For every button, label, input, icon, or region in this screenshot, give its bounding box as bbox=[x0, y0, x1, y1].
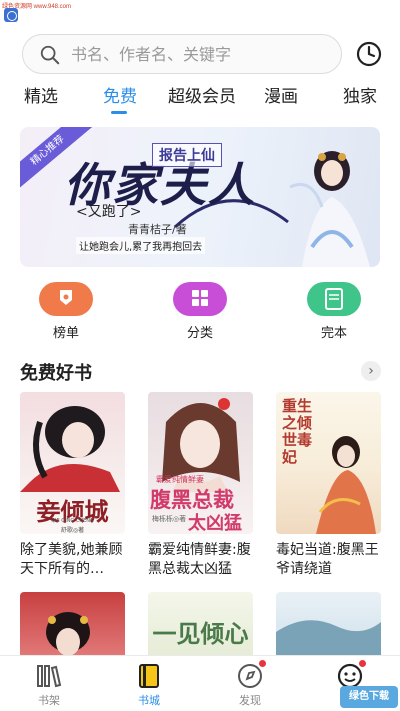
book-title: 毒妃当道:腹黑王爷请绕道 bbox=[276, 542, 379, 577]
bookstore-icon bbox=[139, 664, 159, 688]
banner-author: 青青桔子/著 bbox=[128, 223, 187, 236]
book-cover-partial[interactable] bbox=[20, 592, 125, 658]
quick-link-completed[interactable]: 完本 bbox=[299, 282, 369, 341]
section-more-chevron-icon[interactable]: › bbox=[361, 361, 381, 381]
tab-free[interactable]: 免费 bbox=[103, 82, 137, 107]
tab-active-indicator bbox=[111, 111, 127, 114]
notification-dot bbox=[359, 660, 366, 667]
search-input[interactable] bbox=[71, 35, 331, 73]
book-card[interactable]: 重生之倾世毒妃 毒妃当道:腹黑王爷请绕道 bbox=[276, 392, 381, 579]
grid-category-icon bbox=[173, 282, 227, 316]
banner-character-illustration bbox=[289, 151, 370, 267]
cover-author: 梅栎栎◎著 bbox=[152, 515, 187, 523]
category-tabs: 精选 免费 超级会员 漫画 独家 bbox=[0, 82, 400, 116]
quick-link-rankings[interactable]: 榜单 bbox=[31, 282, 101, 341]
quick-link-label: 完本 bbox=[320, 326, 347, 341]
trophy-badge-icon bbox=[39, 282, 93, 316]
tab-comics[interactable]: 漫画 bbox=[264, 82, 298, 107]
cover-title: 重生之倾世毒妃 bbox=[282, 397, 313, 466]
search-row bbox=[0, 34, 400, 74]
search-box[interactable] bbox=[22, 34, 342, 74]
tab-exclusive[interactable]: 独家 bbox=[343, 82, 377, 107]
book-title: 霸爱纯情鲜妻:腹黑总裁太凶猛 bbox=[148, 542, 251, 577]
status-bar: 绿色资源网 www.948.com bbox=[0, 0, 400, 22]
banner-subtitle: <又跑了> bbox=[76, 204, 142, 220]
section-title: 免费好书 bbox=[20, 363, 92, 384]
banner-slogan: 让她跑会儿,累了我再抱回去 bbox=[76, 237, 206, 254]
book-title: 除了美貌,她兼顾天下所有的… bbox=[20, 542, 123, 577]
book-card[interactable]: 妾倾城 QIE QING CHENG 舒歌◎著 除了美貌,她兼顾天下所有的… bbox=[20, 392, 125, 579]
tab-super-vip[interactable]: 超级会员 bbox=[168, 82, 236, 107]
cover-title-line-2: 太凶猛 bbox=[188, 513, 242, 534]
nav-label: 书架 bbox=[38, 694, 60, 707]
quick-link-label: 榜单 bbox=[52, 326, 79, 341]
cover-pinyin: QIE QING CHENG bbox=[51, 518, 94, 524]
download-site-badge: 绿色下载 bbox=[340, 686, 398, 708]
cover-title: 一见倾心 bbox=[152, 619, 249, 648]
app-logo-icon bbox=[4, 8, 18, 22]
history-clock-icon[interactable] bbox=[355, 40, 383, 68]
nav-label: 发现 bbox=[239, 694, 261, 707]
book-cover: 妾倾城 QIE QING CHENG 舒歌◎著 bbox=[20, 392, 125, 534]
notification-dot bbox=[259, 660, 266, 667]
promo-banner[interactable]: 精心推荐 你家夫人 报告上仙 <又跑了> 青青桔子/著 让她跑会儿,累了我再抱回… bbox=[20, 127, 380, 267]
tab-featured[interactable]: 精选 bbox=[24, 82, 58, 107]
book-card[interactable]: 霸爱纯情鲜妻 腹黑总裁 太凶猛 梅栎栎◎著 霸爱纯情鲜妻:腹黑总裁太凶猛 bbox=[148, 392, 253, 579]
book-cover: 霸爱纯情鲜妻 腹黑总裁 太凶猛 梅栎栎◎著 bbox=[148, 392, 253, 534]
quick-link-label: 分类 bbox=[186, 326, 213, 341]
discover-compass-icon bbox=[236, 660, 266, 690]
cover-author: 舒歌◎著 bbox=[60, 527, 85, 534]
bookshelf-icon bbox=[37, 665, 62, 688]
nav-discover[interactable]: 发现 bbox=[215, 660, 285, 708]
nav-bookshelf[interactable]: 书架 bbox=[14, 662, 84, 708]
nav-label: 书城 bbox=[138, 694, 160, 707]
quick-link-categories[interactable]: 分类 bbox=[165, 282, 235, 341]
book-cover: 重生之倾世毒妃 bbox=[276, 392, 381, 534]
book-cover-partial[interactable]: 一见倾心 bbox=[148, 592, 253, 658]
nav-bookstore[interactable]: 书城 bbox=[114, 662, 184, 708]
book-cover-partial[interactable] bbox=[276, 592, 381, 658]
search-icon bbox=[40, 45, 60, 65]
completed-book-icon bbox=[307, 282, 361, 316]
banner-badge: 报告上仙 bbox=[152, 143, 222, 167]
